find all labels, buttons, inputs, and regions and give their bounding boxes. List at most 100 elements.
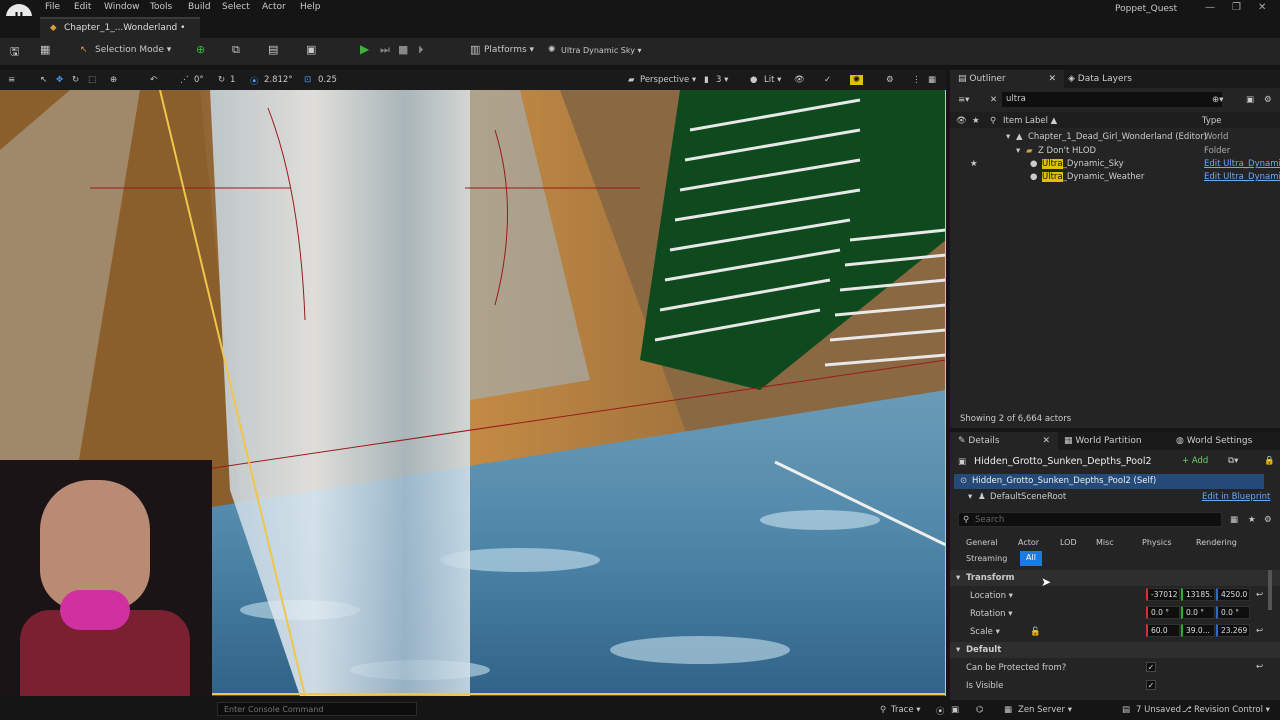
select-tool-icon[interactable]: ↖ <box>40 75 47 85</box>
transform-section-header[interactable]: ▾ Transform <box>950 570 1280 586</box>
reset-protected-icon[interactable]: ↩ <box>1256 662 1263 672</box>
rotation-x-field[interactable]: 0.0 ° <box>1146 606 1180 619</box>
surface-snap-icon[interactable]: ↶ <box>150 75 157 85</box>
details-tab[interactable]: ✎ Details ✕ <box>950 432 1059 450</box>
menu-edit[interactable]: Edit <box>74 2 91 12</box>
add-actor-icon[interactable]: ⊕ <box>196 43 205 56</box>
reset-scale-icon[interactable]: ↩ <box>1256 626 1263 636</box>
add-component-button[interactable]: + Add <box>1182 456 1208 466</box>
scale-x-field[interactable]: 60.0 <box>1146 624 1180 637</box>
content-browser-icon[interactable]: ▦ <box>40 43 50 56</box>
menu-build[interactable]: Build <box>188 2 211 12</box>
world-partition-tab[interactable]: ▦ World Partition <box>1056 432 1150 450</box>
location-x-field[interactable]: -37012 <box>1146 588 1180 601</box>
actor-name[interactable]: Hidden_Grotto_Sunken_Depths_Pool2 <box>974 456 1152 467</box>
reset-location-icon[interactable]: ↩ <box>1256 590 1263 600</box>
rotate-tool-icon[interactable]: ↻ <box>72 75 79 85</box>
viewport-menu-icon[interactable]: ≡ <box>8 75 15 85</box>
lock-icon[interactable]: 🔒 <box>1264 456 1275 466</box>
filter-physics[interactable]: Physics <box>1136 536 1178 551</box>
clear-search-icon[interactable]: ✕ <box>990 95 997 105</box>
menu-window[interactable]: Window <box>104 2 140 12</box>
lit-dropdown[interactable]: Lit ▾ <box>764 75 781 85</box>
grid-snap-icon[interactable]: ⋰ <box>180 75 189 85</box>
details-settings-icon[interactable]: ⚙ <box>1264 515 1272 525</box>
world-space-icon[interactable]: ⊕ <box>110 75 117 85</box>
stop-icon[interactable]: ■ <box>398 43 408 56</box>
filter-streaming[interactable]: Streaming <box>960 552 1013 567</box>
default-section-header[interactable]: ▾ Default <box>950 642 1280 658</box>
scale-snap-value[interactable]: 2.812° <box>264 75 293 85</box>
selection-mode-dropdown[interactable]: Selection Mode ▾ <box>95 45 171 55</box>
favorites-icon[interactable]: ★ <box>1248 515 1256 525</box>
rotate-snap-value[interactable]: 0° <box>194 75 204 85</box>
menu-actor[interactable]: Actor <box>262 2 286 12</box>
platforms-dropdown[interactable]: Platforms ▾ <box>484 45 534 55</box>
close-window-icon[interactable]: ✕ <box>1258 2 1266 13</box>
filter-general[interactable]: General <box>960 536 1004 551</box>
property-matrix-icon[interactable]: ▦ <box>1230 515 1238 525</box>
rotation-y-field[interactable]: 0.0 ° <box>1181 606 1215 619</box>
menu-select[interactable]: Select <box>222 2 250 12</box>
outliner-search-input[interactable]: ultra <box>1002 92 1222 107</box>
filter-icon[interactable]: ≡▾ <box>958 95 969 105</box>
perspective-dropdown[interactable]: Perspective ▾ <box>640 75 696 85</box>
revision-control-dropdown[interactable]: Revision Control ▾ <box>1194 705 1270 715</box>
expand-arrow-icon[interactable]: ▾ <box>1006 132 1010 142</box>
viewport-options-icon[interactable]: ⋮ <box>912 75 921 85</box>
outliner-tab[interactable]: ▤ Outliner ✕ <box>950 70 1065 88</box>
edit-blueprint-link[interactable]: Edit Ultra_Dynamic <box>1204 172 1280 182</box>
maximize-icon[interactable]: ❐ <box>1232 2 1241 13</box>
details-scrollbar[interactable] <box>1268 570 1272 610</box>
filter-misc[interactable]: Misc <box>1090 536 1120 551</box>
filter-actor[interactable]: Actor <box>1012 536 1045 551</box>
play-icon[interactable]: ▶ <box>360 42 369 56</box>
rotation-z-field[interactable]: 0.0 ° <box>1216 606 1250 619</box>
location-z-field[interactable]: 4250.0 <box>1216 588 1250 601</box>
blueprint-icon[interactable]: ⧉ <box>232 43 240 57</box>
is-visible-checkbox[interactable]: ✓ <box>1146 680 1156 690</box>
camera-speed-icon[interactable]: ⊡ <box>304 75 311 85</box>
minimize-icon[interactable]: — <box>1205 2 1215 13</box>
expand-arrow-icon[interactable]: ▾ <box>1016 146 1020 156</box>
scale-lock-icon[interactable]: 🔓 <box>1030 627 1041 637</box>
cinematics-icon[interactable]: ▤ <box>268 43 278 56</box>
camera-speed-value[interactable]: 0.25 <box>318 75 337 85</box>
outliner-settings-icon[interactable]: ⚙ <box>1264 95 1272 105</box>
component-self-row[interactable]: ⊙ Hidden_Grotto_Sunken_Depths_Pool2 (Sel… <box>954 474 1264 489</box>
filter-all[interactable]: All <box>1020 551 1042 566</box>
scale-snap-icon[interactable]: ⦿ <box>250 75 259 87</box>
details-close-icon[interactable]: ✕ <box>1042 436 1050 446</box>
can-be-protected-checkbox[interactable]: ✓ <box>1146 662 1156 672</box>
blueprint-options-icon[interactable]: ⧉▾ <box>1228 456 1238 466</box>
viewport-settings-icon[interactable]: ⚙ <box>886 75 894 85</box>
rotation-label[interactable]: Rotation ▾ <box>970 609 1013 619</box>
data-layers-tab[interactable]: ◈ Data Layers <box>1060 70 1140 88</box>
console-command-input[interactable] <box>217 702 417 716</box>
new-folder-icon[interactable]: ▣ <box>1246 95 1254 105</box>
menu-help[interactable]: Help <box>300 2 321 12</box>
lock-column-icon[interactable]: ⚲ <box>990 116 996 126</box>
filter-rendering[interactable]: Rendering <box>1190 536 1243 551</box>
screenshot-icon[interactable]: ▣ <box>951 705 959 715</box>
zen-server-dropdown[interactable]: Zen Server ▾ <box>1018 705 1072 715</box>
realtime-icon[interactable]: ✺ <box>850 75 864 85</box>
edit-in-blueprint-link[interactable]: Edit in Blueprint <box>1202 492 1270 502</box>
translate-tool-icon[interactable]: ✥ <box>56 75 63 85</box>
document-tab[interactable]: ◆ Chapter_1_...Wonderland • <box>40 17 200 38</box>
play-options-icon[interactable]: ⏭ <box>380 43 390 57</box>
add-filter-icon[interactable]: ⊕▾ <box>1212 95 1223 105</box>
performance-icon[interactable]: ✓ <box>824 75 831 85</box>
pinned-star-icon[interactable]: ★ <box>970 159 978 169</box>
views-dropdown[interactable]: 3 ▾ <box>716 75 728 85</box>
scale-z-field[interactable]: 23.269 <box>1216 624 1250 637</box>
location-label[interactable]: Location ▾ <box>970 591 1013 601</box>
show-flags-icon[interactable]: 👁 <box>794 75 805 85</box>
details-search-input[interactable]: ⚲ Search <box>958 512 1222 527</box>
visibility-column-icon[interactable]: 👁 <box>956 116 967 126</box>
world-settings-tab[interactable]: ◍ World Settings <box>1168 432 1260 450</box>
viewport-layout-icon[interactable]: ▦ <box>928 75 936 85</box>
scale-label[interactable]: Scale ▾ <box>970 627 1000 637</box>
ultra-dynamic-sky-dropdown[interactable]: Ultra Dynamic Sky ▾ <box>561 46 642 55</box>
expand-arrow-icon[interactable]: ▾ <box>968 492 972 502</box>
